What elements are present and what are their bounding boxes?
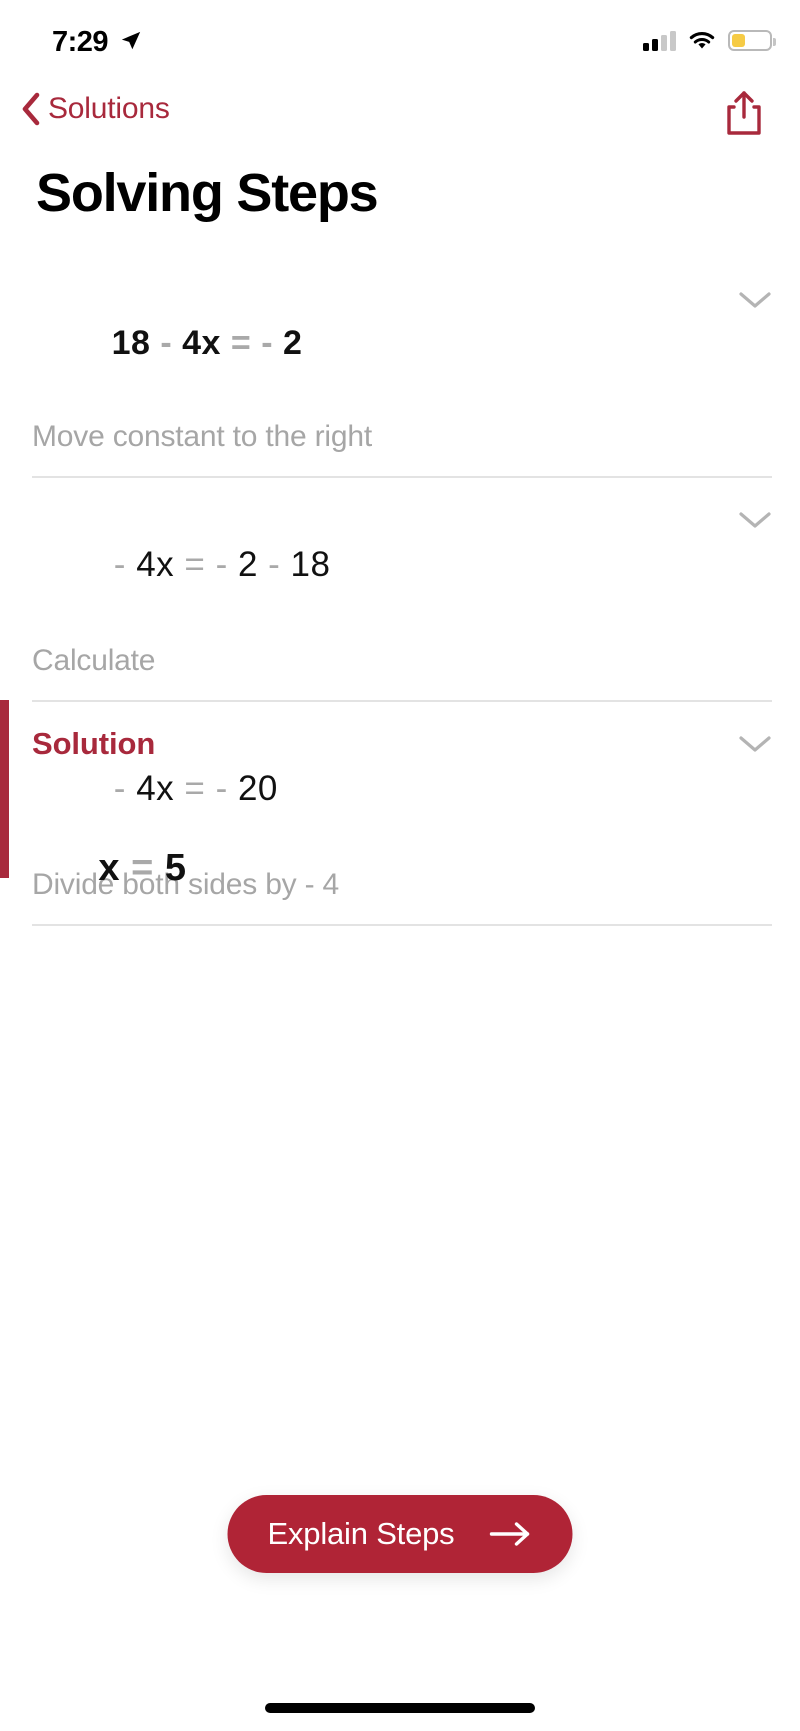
wifi-icon xyxy=(689,31,715,48)
step-description: Move constant to the right xyxy=(32,420,372,454)
chevron-left-icon xyxy=(22,92,40,126)
solution-accent-bar xyxy=(0,700,9,878)
eq-token-op: - xyxy=(113,545,137,585)
eq-token-op: - xyxy=(150,323,183,362)
eq-token: 2 xyxy=(237,545,269,585)
explain-steps-label: Explain Steps xyxy=(267,1516,455,1551)
eq-token-op: - xyxy=(215,545,238,585)
step-row[interactable]: 18 - 4x = - 2 Move constant to the right xyxy=(32,258,772,479)
navigation-bar: Solutions xyxy=(0,86,800,158)
back-button[interactable]: Solutions xyxy=(20,92,170,126)
step-description: Calculate xyxy=(32,644,156,678)
solution-section: Solution x = 5 xyxy=(0,700,800,933)
eq-token: x xyxy=(156,545,185,585)
battery-icon xyxy=(728,30,776,51)
home-indicator xyxy=(265,1703,535,1713)
eq-token-op: - xyxy=(261,323,283,362)
eq-token: 4 xyxy=(136,545,157,585)
solution-equation: x = 5 xyxy=(32,804,800,933)
status-time: 7:29 xyxy=(52,26,109,58)
status-bar: 7:29 xyxy=(0,0,800,86)
eq-token: 5 xyxy=(164,847,187,889)
eq-token: x xyxy=(98,847,132,889)
eq-token: 18 xyxy=(111,323,151,362)
share-icon[interactable] xyxy=(724,90,764,136)
eq-token-op: = xyxy=(184,545,216,585)
chevron-down-icon[interactable] xyxy=(738,290,772,310)
solution-label: Solution xyxy=(32,726,156,761)
status-indicators xyxy=(643,30,776,51)
location-arrow-icon xyxy=(121,31,141,50)
eq-token-op: = xyxy=(131,847,165,889)
eq-token-op: - xyxy=(268,545,291,585)
eq-token: 18 xyxy=(290,545,331,585)
back-button-label: Solutions xyxy=(48,92,170,125)
arrow-right-icon xyxy=(489,1522,530,1546)
eq-token: x xyxy=(201,323,231,362)
eq-token: 4 xyxy=(182,323,202,362)
step-row[interactable]: - 4x = - 2 - 18 Calculate xyxy=(32,478,772,703)
explain-steps-button[interactable]: Explain Steps xyxy=(227,1495,573,1573)
step-equation: 18 - 4x = - 2 xyxy=(32,282,772,404)
step-equation: - 4x = - 2 - 18 xyxy=(32,502,772,628)
chevron-down-icon[interactable] xyxy=(738,510,772,530)
eq-token-op: = xyxy=(230,323,262,362)
page-title: Solving Steps xyxy=(36,163,379,223)
cellular-signal-icon xyxy=(643,30,676,51)
eq-token: 2 xyxy=(283,323,303,362)
app-screen: 7:29 Solutions Solving Steps 18 - 4x = -… xyxy=(0,0,800,1731)
